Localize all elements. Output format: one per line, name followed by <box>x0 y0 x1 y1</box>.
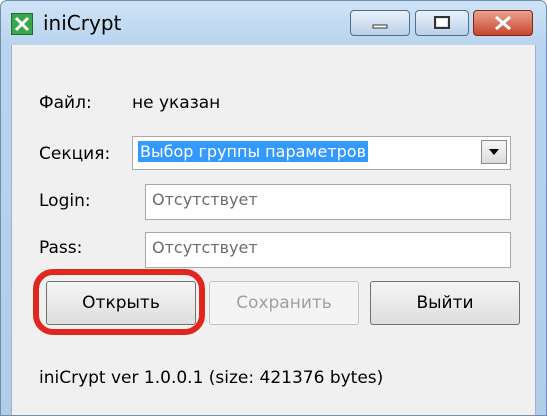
dialog-body: Файл: не указан Секция: Выбор группы пар… <box>11 45 536 415</box>
close-button[interactable] <box>473 10 533 36</box>
close-icon <box>495 15 511 31</box>
key-cross-icon <box>14 16 30 32</box>
minimize-button[interactable] <box>350 10 410 36</box>
maximize-button[interactable] <box>415 10 469 36</box>
file-value: не указан <box>132 93 221 113</box>
exit-button[interactable]: Выйти <box>370 281 520 325</box>
pass-input[interactable]: Отсутствует <box>145 232 511 268</box>
minimize-icon <box>372 24 388 29</box>
section-select[interactable]: Выбор группы параметров <box>132 136 511 170</box>
title-bar[interactable]: iniCrypt <box>1 1 546 45</box>
dropdown-button[interactable] <box>481 140 507 164</box>
app-window: iniCrypt Файл: не указан Секция: Выбор г… <box>0 0 547 416</box>
login-input[interactable]: Отсутствует <box>145 184 511 220</box>
save-button[interactable]: Сохранить <box>209 281 359 325</box>
window-title: iniCrypt <box>43 11 122 35</box>
file-label: Файл: <box>39 93 92 113</box>
inicrypt-app-icon <box>11 13 33 35</box>
chevron-down-icon <box>489 149 499 155</box>
login-label: Login: <box>39 191 91 211</box>
status-text: iniCrypt ver 1.0.0.1 (size: 421376 bytes… <box>39 368 384 388</box>
pass-label: Pass: <box>39 238 83 258</box>
maximize-icon <box>434 16 450 29</box>
highlight-annotation <box>33 269 205 335</box>
section-selected-value: Выбор группы параметров <box>138 141 369 162</box>
section-label: Секция: <box>39 144 111 164</box>
